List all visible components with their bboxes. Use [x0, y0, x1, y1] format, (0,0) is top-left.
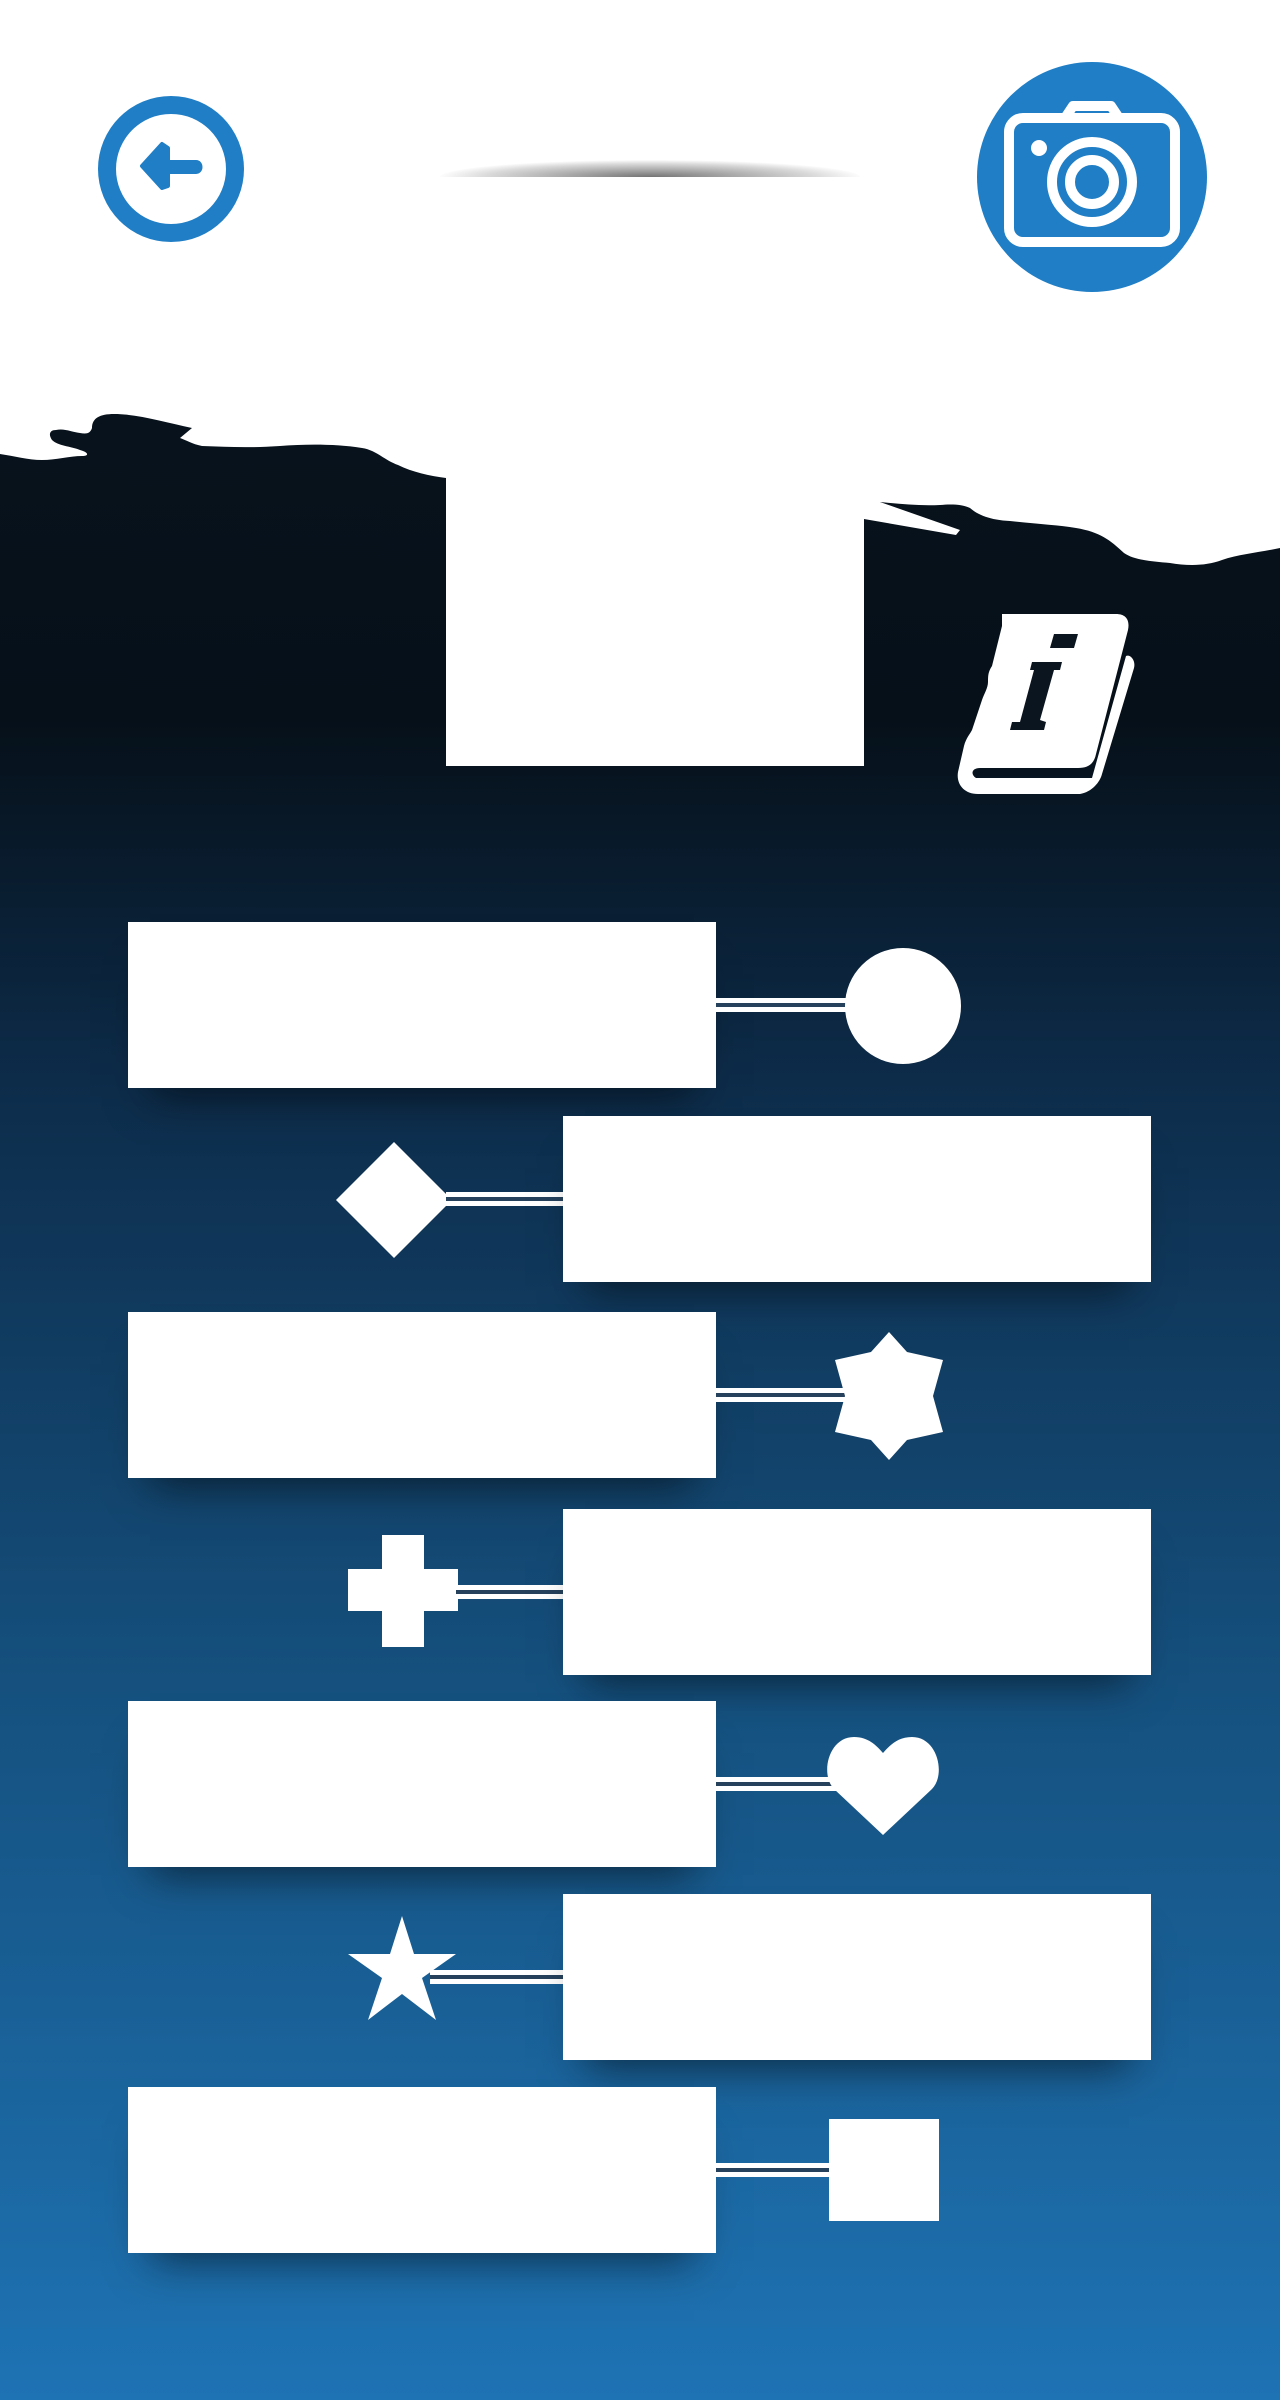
item-card-7[interactable]	[128, 2087, 716, 2253]
connector-line	[456, 1585, 566, 1599]
item-card-6[interactable]	[563, 1894, 1151, 2060]
connector-line	[716, 998, 848, 1012]
item-card-3[interactable]	[128, 1312, 716, 1478]
book-icon	[957, 614, 1135, 794]
item-card-1[interactable]	[128, 922, 716, 1088]
item-card-4[interactable]	[563, 1509, 1151, 1675]
star-icon[interactable]	[346, 1912, 458, 2024]
hero-card[interactable]	[446, 470, 864, 766]
page-title	[440, 140, 860, 180]
connector-line	[716, 2163, 832, 2177]
camera-icon	[1004, 101, 1180, 247]
plus-icon[interactable]	[348, 1535, 460, 1647]
heart-icon[interactable]	[822, 1731, 944, 1837]
list-item	[0, 1894, 1280, 2060]
square-icon[interactable]	[829, 2119, 939, 2221]
item-card-5[interactable]	[128, 1701, 716, 1867]
diamond-icon[interactable]	[334, 1140, 454, 1260]
list-item	[0, 2087, 1280, 2253]
item-card-2[interactable]	[563, 1116, 1151, 1282]
list-item	[0, 1509, 1280, 1675]
list-item	[0, 1312, 1280, 1478]
list-item	[0, 922, 1280, 1088]
back-arrow-icon	[140, 142, 203, 190]
camera-button[interactable]	[977, 62, 1207, 292]
circle-icon[interactable]	[843, 946, 963, 1066]
list-item	[0, 1701, 1280, 1867]
back-button[interactable]	[98, 96, 244, 242]
connector-line	[716, 1388, 846, 1402]
list-item	[0, 1116, 1280, 1282]
connector-line	[446, 1192, 566, 1206]
hexagram-icon[interactable]	[829, 1330, 949, 1462]
